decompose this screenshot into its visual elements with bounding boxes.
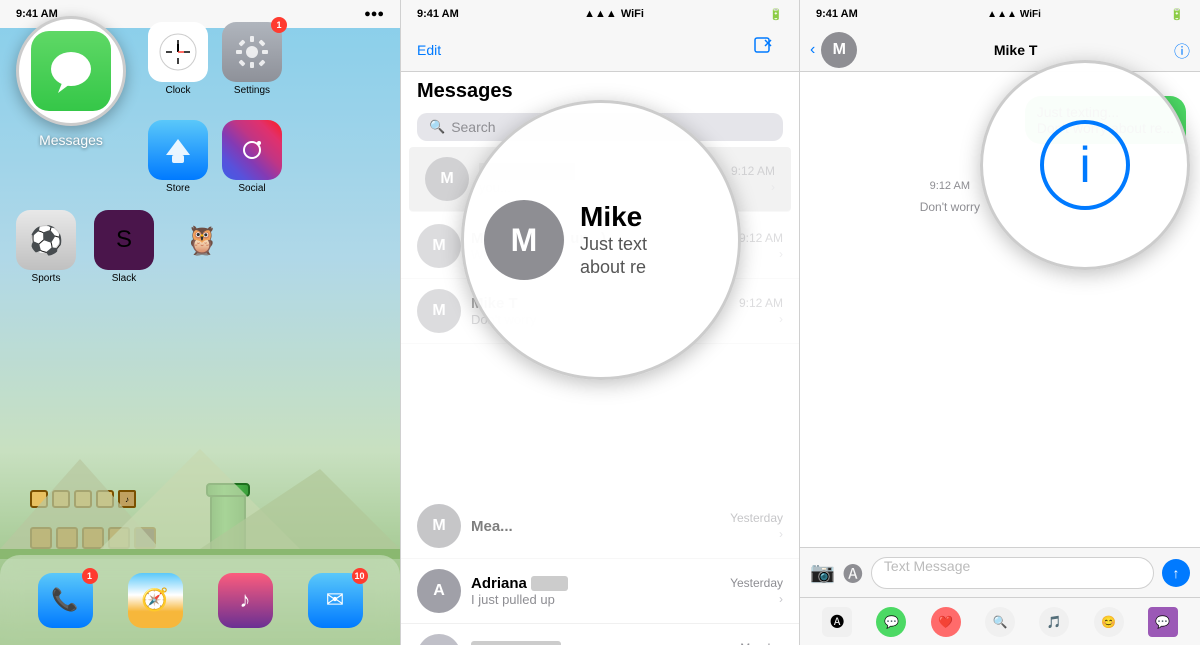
contact-name: Mike T	[857, 42, 1174, 58]
social-label: Social	[238, 183, 265, 194]
status-time-2: 9:41 AM	[417, 8, 459, 20]
magnified-avatar: M	[484, 200, 564, 280]
compose-button[interactable]	[753, 36, 783, 63]
search-bar-icon[interactable]: 🔍	[985, 607, 1015, 637]
info-button[interactable]: ⓘ	[1174, 38, 1190, 62]
status-time-1: 9:41 AM	[16, 8, 58, 20]
store-app-group[interactable]: Store	[148, 120, 208, 194]
messages-bubble-icon	[48, 48, 94, 94]
message-nav: ‹ M Mike T ⓘ	[800, 28, 1200, 72]
messages-bar-icon[interactable]: 💬	[876, 607, 906, 637]
character-app-group[interactable]: 🦉	[172, 210, 232, 284]
emoji-bar-icon[interactable]: 😊	[1094, 607, 1124, 637]
social-icon[interactable]	[222, 120, 282, 180]
edit-button[interactable]: Edit	[417, 42, 441, 58]
magnified-preview2: about re	[580, 256, 647, 279]
avatar: M	[417, 224, 461, 268]
icons-row-1: Clock 1 Settings	[148, 22, 282, 96]
avatar: M	[417, 289, 461, 333]
apps-bar: 🅐 💬 ❤️ 🔍 🎵 😊 💬	[800, 597, 1200, 645]
music-bar-icon[interactable]: 🎵	[1039, 607, 1069, 637]
panel-messages-list: 9:41 AM ▲▲▲ WiFi 🔋 Edit Messages 🔍 Searc…	[400, 0, 800, 645]
messages-nav: Edit	[401, 28, 799, 72]
avatar: ?	[417, 634, 461, 645]
signal-icons-3: ▲▲▲ WiFi	[987, 9, 1041, 20]
dont-worry-label: Don't worry	[920, 200, 980, 214]
messages-icon-inner	[31, 31, 111, 111]
status-bar-3: 9:41 AM ▲▲▲ WiFi 🔋	[800, 0, 1200, 28]
magnifier-circle-messages: M Mike Just text about re	[461, 100, 741, 380]
mail-badge: 10	[352, 568, 368, 584]
store-icon[interactable]	[148, 120, 208, 180]
panel-home-screen: 9:41 AM ●●● Messages	[0, 0, 400, 645]
store-label: Store	[166, 183, 190, 194]
avatar: M	[417, 504, 461, 548]
message-input[interactable]: Text Message	[871, 557, 1154, 589]
input-placeholder: Text Message	[884, 558, 970, 574]
camera-icon[interactable]: 📷	[810, 560, 835, 585]
social-app-group[interactable]: Social	[222, 120, 282, 194]
sports-app-group[interactable]: ⚽ Sports	[16, 210, 76, 284]
clock-label: Clock	[165, 85, 190, 96]
settings-label: Settings	[234, 85, 270, 96]
list-item[interactable]: A Adriana ████ I just pulled up Yesterda…	[401, 559, 799, 624]
magnifier-circle-info: i	[980, 60, 1190, 270]
send-button[interactable]: ↑	[1162, 559, 1190, 587]
status-bar-2: 9:41 AM ▲▲▲ WiFi 🔋	[401, 0, 799, 28]
icons-row-2: Store Social	[148, 120, 282, 194]
messages-icon-magnified[interactable]	[16, 16, 126, 126]
message-time: 9:12 AM	[930, 180, 970, 192]
clock-app-group[interactable]: Clock	[148, 22, 208, 96]
safari-dock-icon[interactable]: 🧭	[128, 573, 183, 628]
appstore-icon[interactable]: 🅐	[843, 558, 863, 587]
settings-app-group[interactable]: 1 Settings	[222, 22, 282, 96]
icons-row-3: ⚽ Sports S Slack 🦉	[16, 210, 232, 284]
sports-label: Sports	[32, 273, 61, 284]
slack-app-group[interactable]: S Slack	[94, 210, 154, 284]
avatar: A	[417, 569, 461, 613]
clock-icon[interactable]	[148, 22, 208, 82]
messages-label: Messages	[16, 132, 126, 148]
appstore-bar-icon[interactable]: 🅐	[822, 607, 852, 637]
signal-icons: ▲▲▲ WiFi	[584, 8, 644, 20]
info-circle-icon: i	[1040, 120, 1130, 210]
music-dock-icon[interactable]: ♪	[218, 573, 273, 628]
list-item[interactable]: ? ████ ██ ███ Aloha and hello! Monday ›	[401, 624, 799, 645]
back-button[interactable]: ‹	[810, 41, 815, 59]
character-icon[interactable]: 🦉	[172, 210, 232, 270]
dock: 📞 1 🧭 ♪ ✉ 10	[0, 555, 400, 645]
slack-icon[interactable]: S	[94, 210, 154, 270]
settings-badge: 1	[271, 17, 287, 33]
status-icons-1: ●●●	[364, 8, 384, 20]
heart-bar-icon[interactable]: ❤️	[931, 607, 961, 637]
chat-bar-icon[interactable]: 💬	[1148, 607, 1178, 637]
panel-message-detail: 9:41 AM ▲▲▲ WiFi 🔋 ‹ M Mike T ⓘ Just tex…	[800, 0, 1200, 645]
contact-avatar-nav: M	[821, 32, 857, 68]
phone-badge: 1	[82, 568, 98, 584]
slack-label: Slack	[112, 273, 136, 284]
sports-icon[interactable]: ⚽	[16, 210, 76, 270]
mail-dock-icon[interactable]: ✉ 10	[308, 573, 363, 628]
list-item[interactable]: M Mea... Yesterday ›	[401, 494, 799, 559]
settings-icon[interactable]: 1	[222, 22, 282, 82]
input-bar: 📷 🅐 Text Message ↑	[800, 547, 1200, 597]
avatar: M	[425, 157, 469, 201]
magnified-preview1: Just text	[580, 233, 647, 256]
status-time-3: 9:41 AM	[816, 8, 858, 20]
mountain-bg	[0, 429, 400, 549]
phone-dock-icon[interactable]: 📞 1	[38, 573, 93, 628]
magnified-name: Mike	[580, 201, 647, 233]
